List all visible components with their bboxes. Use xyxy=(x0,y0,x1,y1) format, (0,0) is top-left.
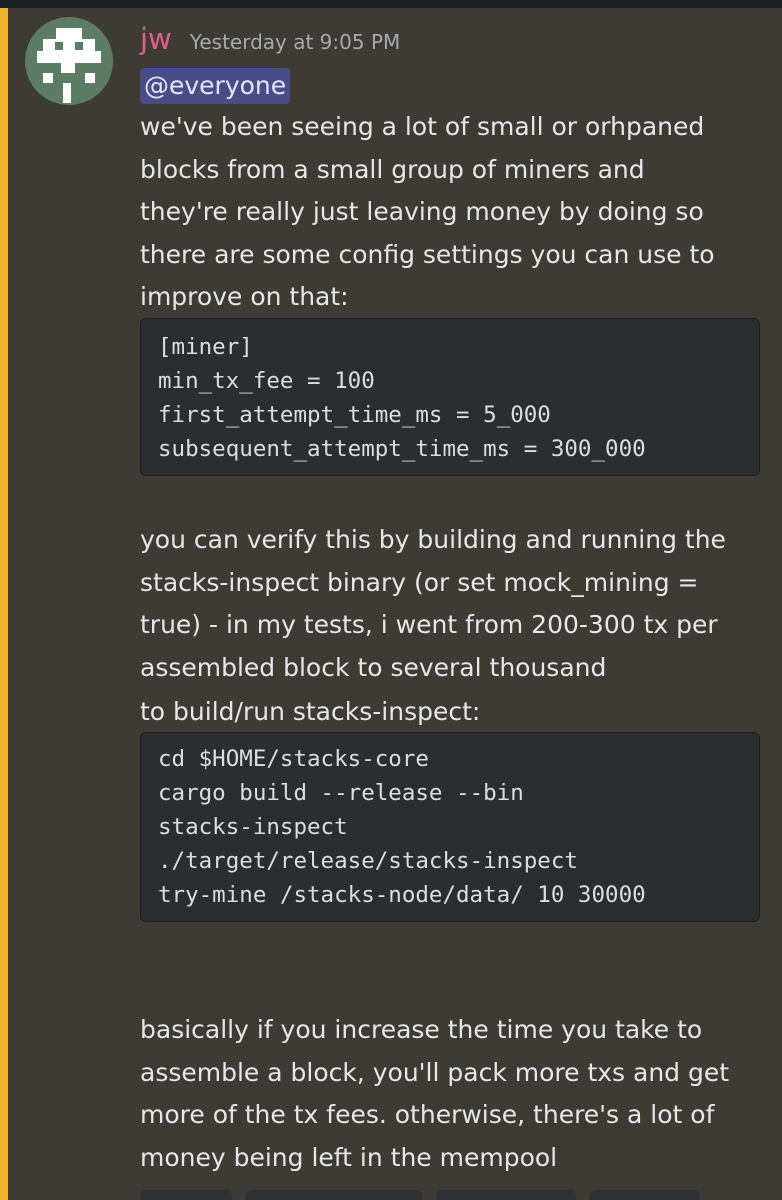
reaction-row xyxy=(140,1190,700,1200)
message-paragraph-2: you can verify this by building and runn… xyxy=(140,519,770,689)
text-line: more of the tx fees. otherwise, there's … xyxy=(140,1100,715,1129)
mention-highlight-bar xyxy=(0,8,8,1200)
avatar[interactable] xyxy=(25,17,113,105)
code-line: subsequent_attempt_time_ms = 300_000 xyxy=(158,436,646,462)
message-paragraph-1: we've been seeing a lot of small or orhp… xyxy=(140,106,770,319)
build-code-block[interactable]: cd $HOME/stacks-core cargo build --relea… xyxy=(140,732,760,922)
text-line: they're really just leaving money by doi… xyxy=(140,197,704,226)
message-paragraph-4: basically if you increase the time you t… xyxy=(140,1009,770,1179)
top-strip xyxy=(0,0,782,8)
code-line: min_tx_fee = 100 xyxy=(158,368,375,394)
code-line: try-mine /stacks-node/data/ 10 30000 xyxy=(158,882,646,908)
reaction-pill[interactable] xyxy=(246,1190,422,1200)
everyone-mention[interactable]: @everyone xyxy=(140,68,291,104)
text-line: to build/run stacks-inspect: xyxy=(140,697,481,726)
reaction-pill[interactable] xyxy=(590,1190,700,1200)
code-line: first_attempt_time_ms = 5_000 xyxy=(158,402,551,428)
pixel-invader-avatar-icon xyxy=(37,28,101,103)
reaction-pill[interactable] xyxy=(436,1190,576,1200)
text-line: improve on that: xyxy=(140,282,349,311)
text-line: money being left in the mempool xyxy=(140,1142,558,1172)
code-line: stacks-inspect xyxy=(158,814,348,840)
text-line: blocks from a small group of miners and xyxy=(140,154,645,184)
reaction-pill[interactable] xyxy=(140,1190,232,1200)
message-header: jw Yesterday at 9:05 PM xyxy=(140,22,400,62)
code-line: ./target/release/stacks-inspect xyxy=(158,848,578,874)
text-line: assemble a block, you'll pack more txs a… xyxy=(140,1057,730,1087)
text-line: we've been seeing a lot of small or orhp… xyxy=(140,112,705,141)
code-line: cargo build --release --bin xyxy=(158,780,524,806)
code-line: cd $HOME/stacks-core xyxy=(158,746,429,772)
text-line: true) - in my tests, i went from 200-300… xyxy=(140,610,718,639)
message-paragraph-3: to build/run stacks-inspect: xyxy=(140,691,770,734)
code-line: [miner] xyxy=(158,334,253,360)
text-line: basically if you increase the time you t… xyxy=(140,1015,703,1044)
config-code-block[interactable]: [miner] min_tx_fee = 100 first_attempt_t… xyxy=(140,318,760,476)
timestamp[interactable]: Yesterday at 9:05 PM xyxy=(190,30,401,54)
text-line: assembled block to several thousand xyxy=(140,652,607,682)
text-line: there are some config settings you can u… xyxy=(140,239,715,269)
text-line: you can verify this by building and runn… xyxy=(140,525,726,554)
username[interactable]: jw xyxy=(140,22,172,56)
text-line: stacks-inspect binary (or set mock_minin… xyxy=(140,567,699,597)
